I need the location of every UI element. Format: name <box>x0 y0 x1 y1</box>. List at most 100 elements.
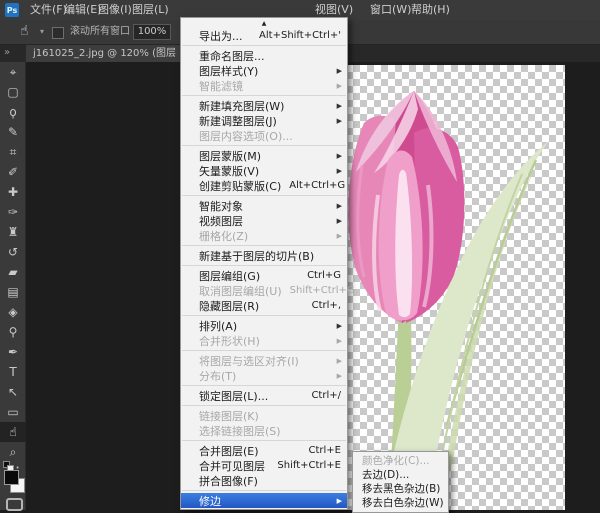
menu-separator <box>182 265 346 266</box>
menu-item-label: 拼合图像(F) <box>199 473 258 489</box>
layer-menu-item[interactable]: 合并形状(H)▶ <box>181 333 347 348</box>
eraser-icon: ▰ <box>8 265 17 279</box>
menu-item-label: 排列(A) <box>199 318 237 334</box>
matting-submenu-item[interactable]: 移去白色杂边(W) <box>353 496 448 510</box>
layer-menu-item[interactable]: 导出为...Alt+Shift+Ctrl+' <box>181 28 347 43</box>
menu-separator <box>182 405 346 406</box>
layer-menu-item[interactable]: 隐藏图层(R)Ctrl+, <box>181 298 347 313</box>
menu-item-label: 合并图层(E) <box>199 443 259 459</box>
submenu-arrow-icon: ▶ <box>337 152 342 160</box>
layer-menu-item[interactable]: 选择链接图层(S) <box>181 423 347 438</box>
dodge-tool[interactable]: ⚲ <box>0 322 26 342</box>
menu-separator <box>182 315 346 316</box>
matting-submenu: 颜色净化(C)...去边(D)...移去黑色杂边(B)移去白色杂边(W) <box>352 451 449 513</box>
move-tool[interactable]: ⌖ <box>0 62 26 82</box>
lasso-tool[interactable]: ϙ <box>0 102 26 122</box>
menu-edit[interactable]: 编辑(E) <box>64 0 102 20</box>
shape-icon: ▭ <box>7 405 18 419</box>
layer-menu-item[interactable]: 智能对象▶ <box>181 198 347 213</box>
scroll-all-windows-label: 滚动所有窗口 <box>70 20 130 44</box>
history-brush-icon: ↺ <box>8 245 18 259</box>
layer-menu-item[interactable]: 链接图层(K) <box>181 408 347 423</box>
layer-menu-item[interactable]: 图层编组(G)Ctrl+G <box>181 268 347 283</box>
screen-mode-icon[interactable] <box>6 498 23 511</box>
clone-stamp-tool[interactable]: ♜ <box>0 222 26 242</box>
hand-tool[interactable]: ☝ <box>0 422 26 442</box>
menu-item-label: 新建填充图层(W) <box>199 98 284 114</box>
eraser-tool[interactable]: ▰ <box>0 262 26 282</box>
marquee-tool[interactable]: ▢ <box>0 82 26 102</box>
layer-menu-item[interactable]: 创建剪贴蒙版(C)Alt+Ctrl+G <box>181 178 347 193</box>
menu-item-label: 智能滤镜 <box>199 78 243 94</box>
matting-submenu-item[interactable]: 去边(D)... <box>353 468 448 482</box>
menu-separator <box>182 245 346 246</box>
pen-icon: ✒ <box>8 345 18 359</box>
type-tool[interactable]: T <box>0 362 26 382</box>
layer-menu-dropdown: ▲ 导出为...Alt+Shift+Ctrl+'重命名图层...图层样式(Y)▶… <box>180 17 348 510</box>
foreground-color-swatch[interactable] <box>4 470 19 485</box>
zoom-tool[interactable]: ⌕ <box>0 442 26 462</box>
layer-menu-item[interactable]: 新建调整图层(J)▶ <box>181 113 347 128</box>
layer-menu-item[interactable]: 将图层与选区对齐(I)▶ <box>181 353 347 368</box>
menu-item-shortcut: Ctrl+G <box>299 270 341 281</box>
layer-menu-item[interactable]: 修边▶ <box>181 493 347 508</box>
history-brush-tool[interactable]: ↺ <box>0 242 26 262</box>
layer-menu-item[interactable]: 拼合图像(F) <box>181 473 347 488</box>
menu-help[interactable]: 帮助(H) <box>411 0 450 20</box>
tools-panel: ⌖▢ϙ✎⌗✐✚✑♜↺▰▤◈⚲✒T↖▭☝⌕ ••• <box>0 62 26 510</box>
quick-selection-tool[interactable]: ✎ <box>0 122 26 142</box>
brush-tool[interactable]: ✑ <box>0 202 26 222</box>
crop-tool[interactable]: ⌗ <box>0 142 26 162</box>
layer-menu-item[interactable]: 图层蒙版(M)▶ <box>181 148 347 163</box>
menu-item-label: 合并形状(H) <box>199 333 260 349</box>
submenu-arrow-icon: ▶ <box>337 497 342 505</box>
menu-item-shortcut: Alt+Ctrl+G <box>281 180 345 191</box>
layer-menu-item[interactable]: 合并可见图层Shift+Ctrl+E <box>181 458 347 473</box>
layer-menu-item[interactable]: 视频图层▶ <box>181 213 347 228</box>
layer-menu-item[interactable]: 智能滤镜 ▶ <box>181 78 347 93</box>
submenu-arrow-icon: ▶ <box>337 372 342 380</box>
submenu-arrow-icon: ▶ <box>337 82 342 90</box>
layer-menu-item[interactable]: 新建填充图层(W)▶ <box>181 98 347 113</box>
layer-menu-item[interactable]: 栅格化(Z)▶ <box>181 228 347 243</box>
chevron-down-icon[interactable]: ▾ <box>40 27 44 36</box>
menu-separator <box>182 195 346 196</box>
layer-menu-item[interactable]: 锁定图层(L)...Ctrl+/ <box>181 388 347 403</box>
gradient-tool[interactable]: ▤ <box>0 282 26 302</box>
matting-submenu-item[interactable]: 移去黑色杂边(B) <box>353 482 448 496</box>
layer-menu-item[interactable]: 取消图层编组(U)Shift+Ctrl+G <box>181 283 347 298</box>
path-selection-tool[interactable]: ↖ <box>0 382 26 402</box>
eyedropper-tool[interactable]: ✐ <box>0 162 26 182</box>
layer-menu-item[interactable]: 图层内容选项(O)... <box>181 128 347 143</box>
menu-separator <box>182 490 346 491</box>
layer-menu-item[interactable]: 图层样式(Y)▶ <box>181 63 347 78</box>
zoom-icon: ⌕ <box>10 445 17 460</box>
menu-item-shortcut: Ctrl+E <box>301 445 342 456</box>
brush-icon: ✑ <box>8 205 18 219</box>
collapse-chevron-icon[interactable]: » <box>4 45 10 62</box>
scroll-all-windows-checkbox[interactable] <box>52 27 64 39</box>
pen-tool[interactable]: ✒ <box>0 342 26 362</box>
layer-menu-item[interactable]: 矢量蒙版(V)▶ <box>181 163 347 178</box>
menu-item-label: 重命名图层... <box>199 48 265 64</box>
matting-submenu-item[interactable]: 颜色净化(C)... <box>353 454 448 468</box>
menu-separator <box>182 145 346 146</box>
shape-tool[interactable]: ▭ <box>0 402 26 422</box>
zoom-100-button[interactable]: 100% <box>133 24 171 40</box>
menu-file[interactable]: 文件(F) <box>30 0 67 20</box>
menu-separator <box>182 440 346 441</box>
submenu-arrow-icon: ▶ <box>337 322 342 330</box>
healing-brush-tool[interactable]: ✚ <box>0 182 26 202</box>
menu-item-label: 导出为... <box>199 28 243 44</box>
layer-menu-item[interactable]: 新建基于图层的切片(B) <box>181 248 347 263</box>
menu-image[interactable]: 图像(I) <box>98 0 132 20</box>
menu-window[interactable]: 窗口(W) <box>370 0 411 20</box>
hand-icon: ☝ <box>20 23 29 39</box>
menu-item-label: 锁定图层(L)... <box>199 388 268 404</box>
layer-menu-item[interactable]: 重命名图层... <box>181 48 347 63</box>
menu-layer[interactable]: 图层(L) <box>132 0 169 20</box>
layer-menu-item[interactable]: 排列(A) ▶ <box>181 318 347 333</box>
layer-menu-item[interactable]: 分布(T)▶ <box>181 368 347 383</box>
layer-menu-item[interactable]: 合并图层(E) Ctrl+E <box>181 443 347 458</box>
blur-tool[interactable]: ◈ <box>0 302 26 322</box>
